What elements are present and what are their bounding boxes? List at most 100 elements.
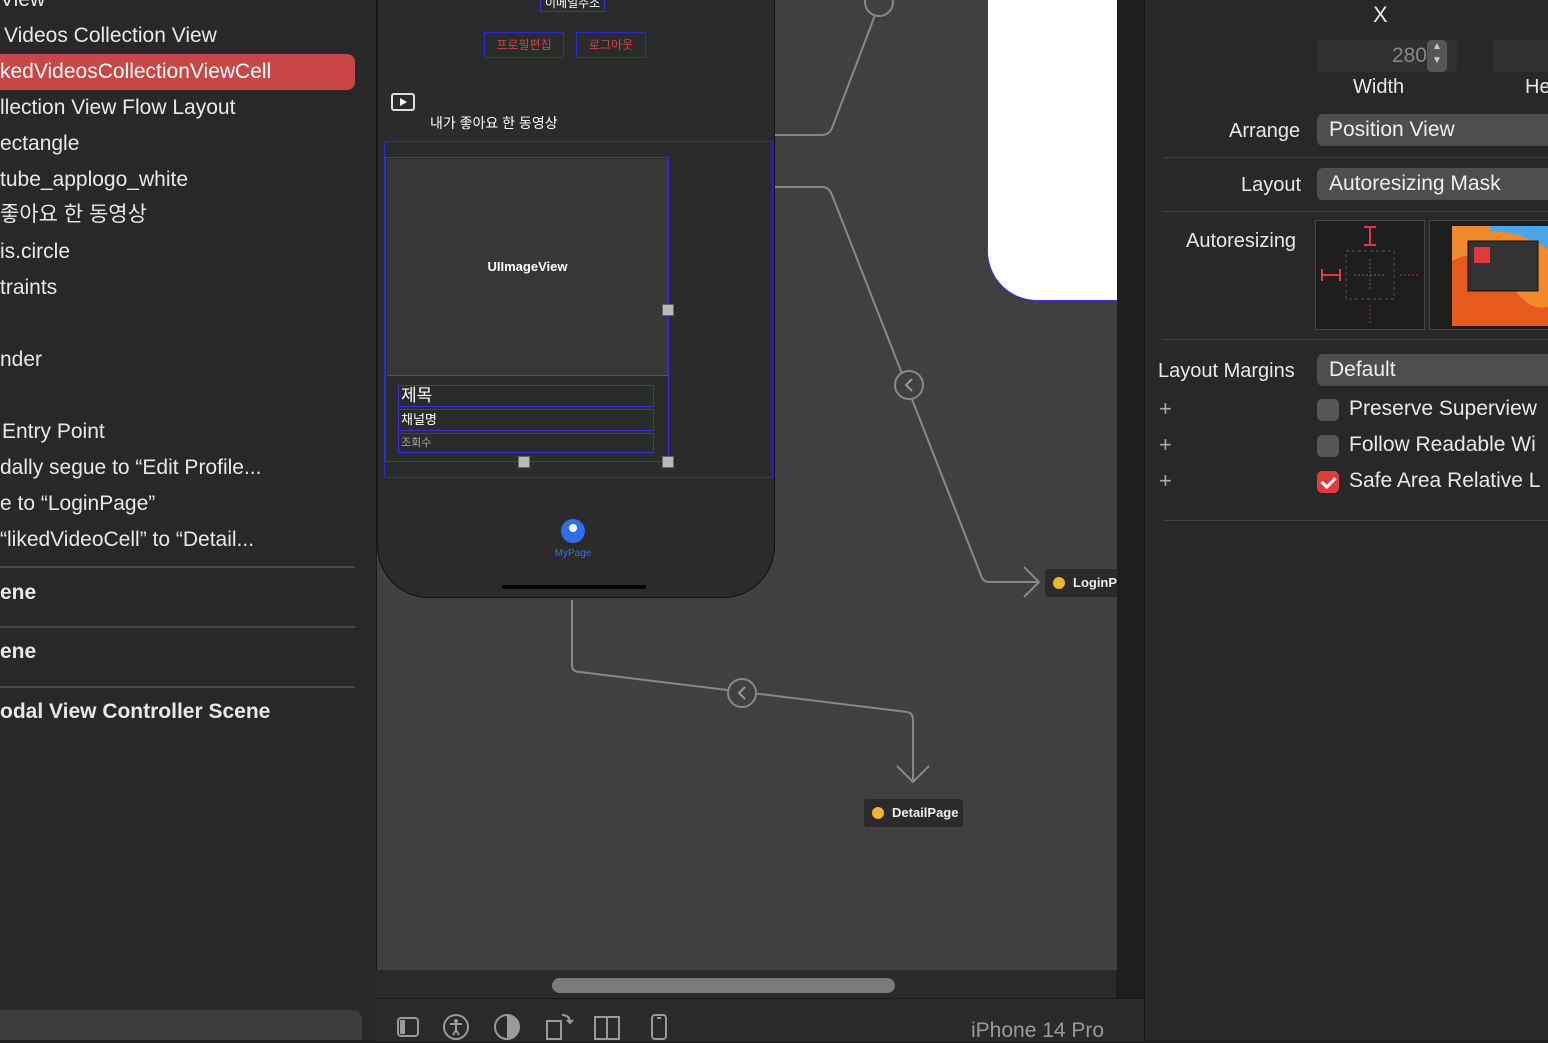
thumbnail-image-view[interactable]: UIImageView (387, 159, 668, 376)
cell-channel-label[interactable]: 채널명 (398, 409, 654, 431)
scene-label-text: DetailPage (892, 805, 959, 820)
outline-item-label: llection View Flow Layout (0, 96, 236, 119)
appearance-icon[interactable] (493, 1013, 521, 1041)
outline-scene-label: ene (0, 581, 37, 604)
outline-item-rectangle[interactable]: ectangle (0, 126, 79, 162)
outline-item-view[interactable]: View (0, 0, 45, 18)
outline-item-label: tube_applogo_white (0, 168, 188, 191)
segue-node-icon (864, 0, 894, 17)
size-inspector: X 280 ▲ ▼ Width He Arrange Position View … (1144, 0, 1548, 1040)
home-indicator (502, 585, 646, 589)
add-variation-icon[interactable]: + (1159, 468, 1172, 494)
adjacent-scene-preview[interactable] (987, 0, 1117, 301)
resize-handle[interactable] (662, 456, 674, 468)
liked-videos-title[interactable]: 내가 좋아요 한 동영상 (430, 113, 558, 133)
canvas-bottom-bar: iPhone 14 Pro (376, 998, 1144, 1043)
login-page-scene-label[interactable]: LoginPa (1045, 569, 1117, 597)
height-label: He (1525, 76, 1548, 98)
outline-item-label: 좋아요 한 동영상 (0, 203, 147, 226)
resize-handle[interactable] (518, 456, 530, 468)
autoresizing-mask-editor[interactable] (1315, 220, 1425, 330)
width-label: Width (1353, 76, 1405, 98)
outline-item-applogo[interactable]: tube_applogo_white (0, 162, 188, 198)
layout-label: Layout (1241, 174, 1302, 196)
inspector-divider (1163, 157, 1548, 158)
outline-item-label: ectangle (0, 132, 80, 155)
outline-item-label: e to “LoginPage” (0, 492, 156, 515)
outline-scene-1[interactable]: ene (0, 575, 36, 611)
outline-item-liked-videos-cell[interactable]: kedVideosCollectionViewCell (0, 54, 355, 90)
add-variation-icon[interactable]: + (1159, 432, 1172, 458)
outline-scene-label: ene (0, 640, 37, 663)
preserve-superview-checkbox[interactable] (1317, 399, 1339, 421)
preserve-superview-label: Preserve Superview (1349, 397, 1537, 420)
person-circle-icon[interactable] (561, 519, 585, 543)
outline-scene-2[interactable]: ene (0, 634, 36, 670)
mypage-view-controller[interactable]: 이메일주소 프로필편집 로그아웃 내가 좋아요 한 동영상 UIImageVie… (377, 0, 775, 598)
cell-title-label[interactable]: 제목 (398, 385, 654, 407)
outline-item-constraints[interactable]: traints (0, 270, 57, 306)
outline-scene-label: odal View Controller Scene (0, 700, 271, 723)
outline-item-label: nder (0, 348, 43, 371)
outline-item-liked-label[interactable]: 좋아요 한 동영상 (0, 197, 147, 233)
outline-toggle-icon[interactable] (396, 1015, 420, 1039)
outline-item-label: “likedVideoCell” to “Detail... (0, 528, 255, 551)
document-outline: View Videos Collection View kedVideosCol… (0, 0, 376, 1040)
liked-video-cell[interactable]: UIImageView 제목 채널명 조회수 (385, 157, 669, 462)
outline-item-segue-edit-profile[interactable]: dally segue to “Edit Profile... (0, 450, 261, 486)
layout-margins-popup[interactable]: Default (1317, 354, 1548, 386)
detail-page-scene-label[interactable]: DetailPage (864, 799, 963, 827)
layout-popup[interactable]: Autoresizing Mask (1317, 168, 1548, 200)
segue-node-icon (727, 678, 757, 708)
outline-item-segue-login[interactable]: e to “LoginPage” (0, 486, 155, 522)
outline-divider (0, 566, 355, 568)
width-stepper[interactable]: ▲ ▼ (1427, 40, 1447, 72)
add-variation-icon[interactable]: + (1159, 396, 1172, 422)
horizontal-scrollbar[interactable] (552, 978, 895, 993)
safe-area-relative-label: Safe Area Relative L (1349, 469, 1541, 492)
split-view-icon[interactable] (594, 1015, 620, 1041)
storyboard-ref-icon (1053, 577, 1065, 589)
cell-views-label[interactable]: 조회수 (398, 433, 654, 453)
outline-item-label: Videos Collection View (4, 24, 217, 47)
outline-item-first-responder[interactable]: nder (0, 342, 42, 378)
outline-item-label: is.circle (0, 240, 71, 263)
storyboard-ref-icon (872, 807, 884, 819)
arrange-popup[interactable]: Position View (1317, 114, 1548, 146)
email-label[interactable]: 이메일주소 (540, 0, 606, 12)
outline-item-play-circle[interactable]: is.circle (0, 234, 70, 270)
outline-item-segue-detail[interactable]: “likedVideoCell” to “Detail... (0, 522, 254, 558)
follow-readable-width-label: Follow Readable Wi (1349, 433, 1536, 456)
outline-divider (0, 626, 355, 628)
outline-scene-modal[interactable]: odal View Controller Scene (0, 694, 270, 730)
follow-readable-width-checkbox[interactable] (1317, 435, 1339, 457)
layout-margins-label: Layout Margins (1158, 360, 1295, 382)
x-field-label: X (1373, 2, 1388, 27)
accessibility-icon[interactable] (442, 1013, 470, 1041)
edit-profile-button[interactable]: 프로필편집 (484, 32, 564, 58)
logout-button[interactable]: 로그아웃 (576, 32, 646, 58)
rotate-device-icon[interactable] (544, 1011, 574, 1041)
arrange-label: Arrange (1229, 120, 1301, 142)
device-icon[interactable] (650, 1013, 668, 1041)
outline-item-label: dally segue to “Edit Profile... (0, 456, 262, 479)
outline-item-videos-collection-view[interactable]: Videos Collection View (4, 18, 217, 54)
outline-item-flow-layout[interactable]: llection View Flow Layout (0, 90, 235, 126)
autoresizing-preview (1429, 220, 1548, 330)
outline-item-label: kedVideosCollectionViewCell (0, 60, 272, 83)
outline-item-label: View (0, 0, 45, 11)
inspector-divider (1163, 520, 1548, 521)
outline-item-entry-point[interactable]: Entry Point (2, 414, 105, 450)
image-view-label: UIImageView (487, 259, 568, 274)
device-selector[interactable]: iPhone 14 Pro (971, 1019, 1104, 1043)
height-field[interactable] (1493, 40, 1548, 72)
outline-divider (0, 686, 355, 688)
storyboard-canvas[interactable]: 이메일주소 프로필편집 로그아웃 내가 좋아요 한 동영상 UIImageVie… (376, 0, 1117, 970)
scene-label-text: LoginPa (1073, 575, 1117, 590)
safe-area-relative-checkbox[interactable] (1317, 471, 1339, 493)
play-circle-icon[interactable] (391, 93, 415, 111)
outline-item-label: traints (0, 276, 58, 299)
resize-handle[interactable] (662, 304, 674, 316)
outline-filter-bar[interactable] (0, 1010, 362, 1040)
tab-bar-item-label[interactable]: MyPage (548, 548, 598, 559)
